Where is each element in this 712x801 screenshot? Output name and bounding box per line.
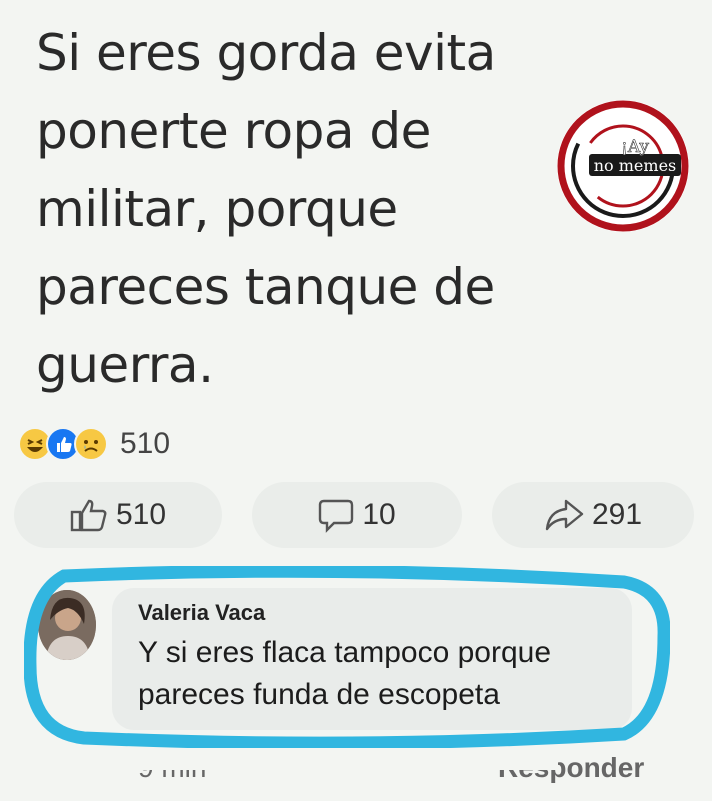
meta-occlusion xyxy=(138,748,558,770)
like-button[interactable]: 510 xyxy=(14,482,222,548)
share-arrow-icon xyxy=(544,498,584,532)
watermark-line2: no memes xyxy=(594,156,677,175)
reaction-count: 510 xyxy=(120,427,171,460)
watermark-line1: ¡Ay xyxy=(621,137,649,157)
like-count: 510 xyxy=(115,498,167,531)
share-button[interactable]: 291 xyxy=(492,482,694,548)
sad-icon xyxy=(74,427,108,461)
post-text: Si eres gorda evita ponerte ropa de mili… xyxy=(36,24,496,394)
comment-button[interactable]: 10 xyxy=(252,482,462,548)
comment-count: 10 xyxy=(362,498,396,531)
share-count: 291 xyxy=(591,498,643,531)
highlight-outline xyxy=(24,566,670,748)
comment-bubble-icon xyxy=(318,497,354,533)
watermark-logo: ¡Ay no memes xyxy=(551,90,701,240)
reaction-summary[interactable]: 510 xyxy=(18,426,170,462)
thumbs-up-icon xyxy=(70,498,108,532)
